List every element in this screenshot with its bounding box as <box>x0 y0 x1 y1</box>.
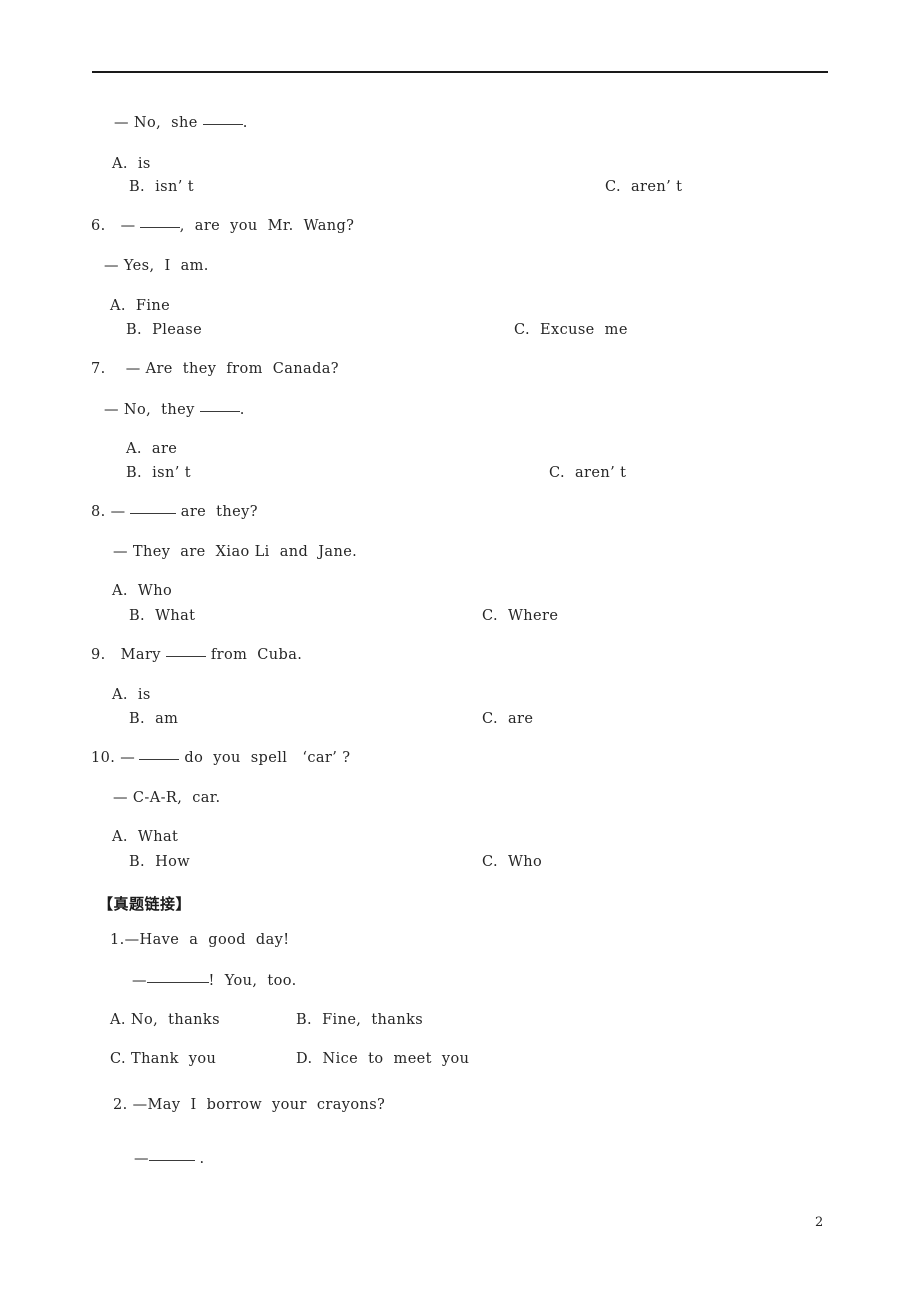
r1-answer-tail: ! You, too. <box>208 973 297 989</box>
q9-stem-tail: from Cuba. <box>205 647 303 663</box>
q6-number: 6. <box>91 218 106 234</box>
q6-stem: 6. — , are you Mr. Wang? <box>91 219 354 234</box>
q5-answer-tail: . <box>242 115 248 131</box>
r1-answer-line: — ! You, too. <box>132 974 297 989</box>
q10-option-a: A. What <box>112 829 179 845</box>
q8-option-c: C. Where <box>482 608 559 624</box>
q7-stem: 7. — Are they from Canada? <box>91 362 339 377</box>
r2-stem-text: —May I borrow your crayons? <box>132 1097 386 1113</box>
q7-option-a: A. are <box>126 441 178 457</box>
header-rule <box>92 71 828 73</box>
r2-answer-lead: — <box>134 1151 149 1167</box>
q8-stem: 8. — are they? <box>91 505 258 520</box>
section-heading: 【真题链接】 <box>98 895 192 913</box>
page-number: 2 <box>815 1215 824 1230</box>
q7-stem-gap <box>106 361 126 377</box>
q9-number: 9. <box>91 647 106 663</box>
q9-option-b: B. am <box>129 711 179 727</box>
q9-stem: 9. Mary from Cuba. <box>91 648 302 663</box>
q7-stem-text: — Are they from Canada? <box>125 361 339 377</box>
r2-answer-tail: . <box>194 1151 205 1167</box>
q10-stem-lead: — <box>120 750 140 766</box>
q6-blank <box>139 227 180 228</box>
q9-stem-gap <box>106 647 121 663</box>
q8-option-a: A. Who <box>112 583 173 599</box>
q5-option-b: B. isn’ t <box>129 179 194 195</box>
q6-answer-line: — Yes, I am. <box>104 258 209 274</box>
q6-stem-lead: — <box>120 218 140 234</box>
q6-option-a: A. Fine <box>110 298 171 314</box>
q9-option-a: A. is <box>112 687 151 703</box>
q8-blank <box>129 513 176 514</box>
q5-answer-line: — No, she . <box>114 116 248 131</box>
q8-stem-tail: are they? <box>175 504 258 520</box>
q6-option-c: C. Excuse me <box>514 322 628 338</box>
q8-number: 8. <box>91 504 106 520</box>
r1-stem-text: —Have a good day! <box>124 932 290 948</box>
q7-option-b: B. isn’ t <box>126 465 191 481</box>
q6-stem-gap <box>106 218 121 234</box>
r1-option-d: D. Nice to meet you <box>296 1051 470 1067</box>
q10-stem: 10. — do you spell ‘car’ ? <box>91 751 350 766</box>
q7-number: 7. <box>91 361 106 377</box>
q8-answer-line: — They are Xiao Li and Jane. <box>113 544 358 560</box>
q10-answer-line: — C-A-R, car. <box>113 790 221 806</box>
q8-stem-lead: — <box>110 504 130 520</box>
q7-blank <box>199 411 240 412</box>
q9-option-c: C. are <box>482 711 534 727</box>
q7-answer-tail: . <box>239 402 245 418</box>
q5-answer-text: — No, she <box>114 115 203 131</box>
q10-number: 10. <box>91 750 116 766</box>
q6-stem-tail: , are you Mr. Wang? <box>179 218 355 234</box>
q9-stem-lead: Mary <box>120 647 166 663</box>
q9-blank <box>165 656 206 657</box>
q7-answer-lead: — No, they <box>104 402 200 418</box>
r1-option-a: A. No, thanks <box>110 1012 220 1028</box>
q6-option-b: B. Please <box>126 322 203 338</box>
q5-blank <box>202 124 243 125</box>
r1-number: 1. <box>110 932 125 948</box>
q10-stem-tail: do you spell ‘car’ ? <box>179 750 351 766</box>
q5-option-a: A. is <box>112 156 151 172</box>
q7-answer-line: — No, they . <box>104 403 245 418</box>
r1-stem: 1.—Have a good day! <box>110 933 289 948</box>
q10-option-b: B. How <box>129 854 191 870</box>
r1-blank <box>146 982 209 983</box>
q5-option-c: C. aren’ t <box>605 179 683 195</box>
q10-blank <box>139 759 180 760</box>
r1-option-c: C. Thank you <box>110 1051 217 1067</box>
document-page: — No, she . A. is B. isn’ t C. aren’ t 6… <box>0 0 920 1302</box>
r1-option-b: B. Fine, thanks <box>296 1012 424 1028</box>
r1-answer-lead: — <box>132 973 147 989</box>
q10-option-c: C. Who <box>482 854 543 870</box>
r2-blank <box>148 1160 195 1161</box>
q8-option-b: B. What <box>129 608 196 624</box>
r2-answer-line: — . <box>134 1152 205 1167</box>
r2-number: 2. <box>113 1097 128 1113</box>
q7-option-c: C. aren’ t <box>549 465 627 481</box>
r2-stem: 2. —May I borrow your crayons? <box>113 1098 385 1113</box>
